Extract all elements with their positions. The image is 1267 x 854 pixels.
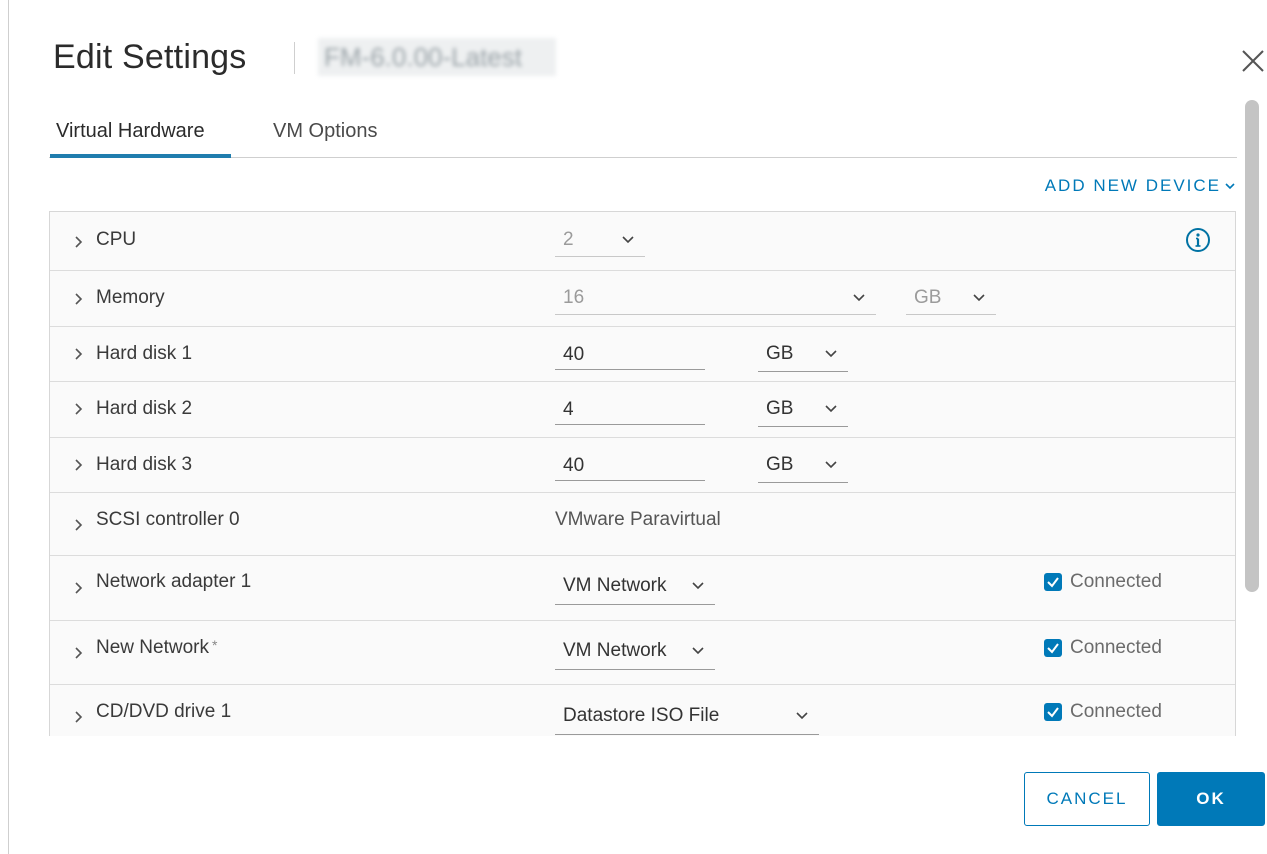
hard-disk-3-size-input[interactable] xyxy=(555,451,705,481)
new-network-label-text: New Network xyxy=(96,637,209,658)
network-adapter-1-connected-checkbox[interactable]: Connected xyxy=(1044,571,1162,593)
chevron-right-icon[interactable] xyxy=(72,519,84,531)
close-icon xyxy=(1242,50,1264,72)
virtual-hardware-list: CPU 2 Memory 16 GB Hard disk 1 40 GB Har… xyxy=(49,211,1236,736)
hard-disk-2-size-input[interactable] xyxy=(555,395,705,425)
device-row-memory: Memory 16 GB xyxy=(50,271,1235,327)
cpu-select[interactable]: 2 xyxy=(555,229,645,257)
chevron-down-icon xyxy=(973,294,985,302)
cancel-button[interactable]: CANCEL xyxy=(1024,772,1150,826)
memory-select[interactable]: 16 xyxy=(555,287,876,315)
ok-button[interactable]: OK xyxy=(1157,772,1265,826)
device-row-hard-disk-1: Hard disk 1 GB xyxy=(50,327,1235,382)
network-adapter-1-value: VM Network xyxy=(563,575,667,596)
checkbox[interactable] xyxy=(1044,703,1062,721)
hard-disk-1-unit: GB xyxy=(766,343,794,364)
chevron-right-icon[interactable] xyxy=(72,711,84,723)
tab-virtual-hardware[interactable]: Virtual Hardware xyxy=(50,120,231,158)
dialog-title: Edit Settings xyxy=(53,38,247,76)
modified-marker: * xyxy=(211,637,218,653)
checkmark-icon xyxy=(1047,707,1059,718)
device-label-hard-disk-2: Hard disk 2 xyxy=(96,398,193,419)
close-button[interactable] xyxy=(1239,47,1267,75)
device-label-cpu: CPU xyxy=(96,229,137,250)
chevron-right-icon[interactable] xyxy=(72,236,84,248)
chevron-down-icon xyxy=(825,405,837,413)
add-new-device-button[interactable]: ADD NEW DEVICE xyxy=(1045,176,1235,196)
chevron-right-icon[interactable] xyxy=(72,582,84,594)
device-label-new-network: New Network * xyxy=(96,637,217,659)
chevron-right-icon[interactable] xyxy=(72,403,84,415)
memory-value: 16 xyxy=(563,287,585,308)
checkmark-icon xyxy=(1047,643,1059,654)
checkbox[interactable] xyxy=(1044,639,1062,657)
chevron-down-icon xyxy=(1225,183,1235,190)
settings-tabs: Virtual Hardware VM Options xyxy=(49,112,1237,158)
chevron-down-icon xyxy=(692,582,704,590)
device-row-network-adapter-1: Network adapter 1 VM Network Connected xyxy=(50,556,1235,621)
hard-disk-2-unit-select[interactable]: GB xyxy=(758,398,848,427)
chevron-right-icon[interactable] xyxy=(72,293,84,305)
hard-disk-3-unit: GB xyxy=(766,454,794,475)
device-row-hard-disk-2: Hard disk 2 GB xyxy=(50,382,1235,438)
scsi-controller-type: VMware Paravirtual xyxy=(555,509,721,530)
new-network-value: VM Network xyxy=(563,640,667,661)
add-new-device-label: ADD NEW DEVICE xyxy=(1044,176,1221,195)
connected-label: Connected xyxy=(1070,571,1162,592)
scrollbar[interactable] xyxy=(1241,96,1263,736)
vm-name-label: FM-6.0.00-Latest xyxy=(318,38,556,76)
device-label-network-adapter-1: Network adapter 1 xyxy=(96,571,252,592)
chevron-down-icon xyxy=(825,461,837,469)
tab-vm-options[interactable]: VM Options xyxy=(267,120,397,157)
info-icon[interactable] xyxy=(1185,227,1211,253)
chevron-right-icon[interactable] xyxy=(72,647,84,659)
cpu-value: 2 xyxy=(563,229,574,250)
background-window-edge xyxy=(0,0,9,854)
device-row-new-network: New Network * VM Network Connected xyxy=(50,621,1235,685)
chevron-right-icon[interactable] xyxy=(72,459,84,471)
device-label-cd-dvd-drive-1: CD/DVD drive 1 xyxy=(96,701,232,722)
network-adapter-1-select[interactable]: VM Network xyxy=(555,575,715,605)
scrollbar-thumb[interactable] xyxy=(1245,100,1259,592)
cd-dvd-drive-1-connected-checkbox[interactable]: Connected xyxy=(1044,701,1162,723)
chevron-right-icon[interactable] xyxy=(72,348,84,360)
edit-settings-dialog: Edit Settings FM-6.0.00-Latest Virtual H… xyxy=(9,0,1267,854)
chevron-down-icon xyxy=(825,350,837,358)
hard-disk-2-unit: GB xyxy=(766,398,794,419)
cd-dvd-drive-1-select[interactable]: Datastore ISO File xyxy=(555,705,819,735)
connected-label: Connected xyxy=(1070,637,1162,658)
chevron-down-icon xyxy=(796,712,808,720)
device-row-hard-disk-3: Hard disk 3 GB xyxy=(50,438,1235,493)
device-label-scsi-controller: SCSI controller 0 xyxy=(96,509,240,530)
checkmark-icon xyxy=(1047,577,1059,588)
cd-dvd-drive-1-value: Datastore ISO File xyxy=(563,705,720,726)
hard-disk-1-size-input[interactable] xyxy=(555,340,705,370)
new-network-connected-checkbox[interactable]: Connected xyxy=(1044,637,1162,659)
checkbox[interactable] xyxy=(1044,573,1062,591)
chevron-down-icon xyxy=(853,294,865,302)
device-row-cpu: CPU 2 xyxy=(50,212,1235,271)
new-network-select[interactable]: VM Network xyxy=(555,640,715,670)
hard-disk-1-unit-select[interactable]: GB xyxy=(758,343,848,372)
device-label-hard-disk-1: Hard disk 1 xyxy=(96,343,193,364)
chevron-down-icon xyxy=(692,647,704,655)
chevron-down-icon xyxy=(622,236,634,244)
memory-unit-select[interactable]: GB xyxy=(906,287,996,315)
device-row-scsi-controller: SCSI controller 0 VMware Paravirtual xyxy=(50,493,1235,556)
device-label-hard-disk-3: Hard disk 3 xyxy=(96,454,193,475)
connected-label: Connected xyxy=(1070,701,1162,722)
device-row-cd-dvd-drive-1: CD/DVD drive 1 Datastore ISO File Connec… xyxy=(50,685,1235,736)
device-label-memory: Memory xyxy=(96,287,165,308)
title-separator xyxy=(294,42,295,74)
memory-unit: GB xyxy=(914,287,942,308)
hard-disk-3-unit-select[interactable]: GB xyxy=(758,454,848,483)
